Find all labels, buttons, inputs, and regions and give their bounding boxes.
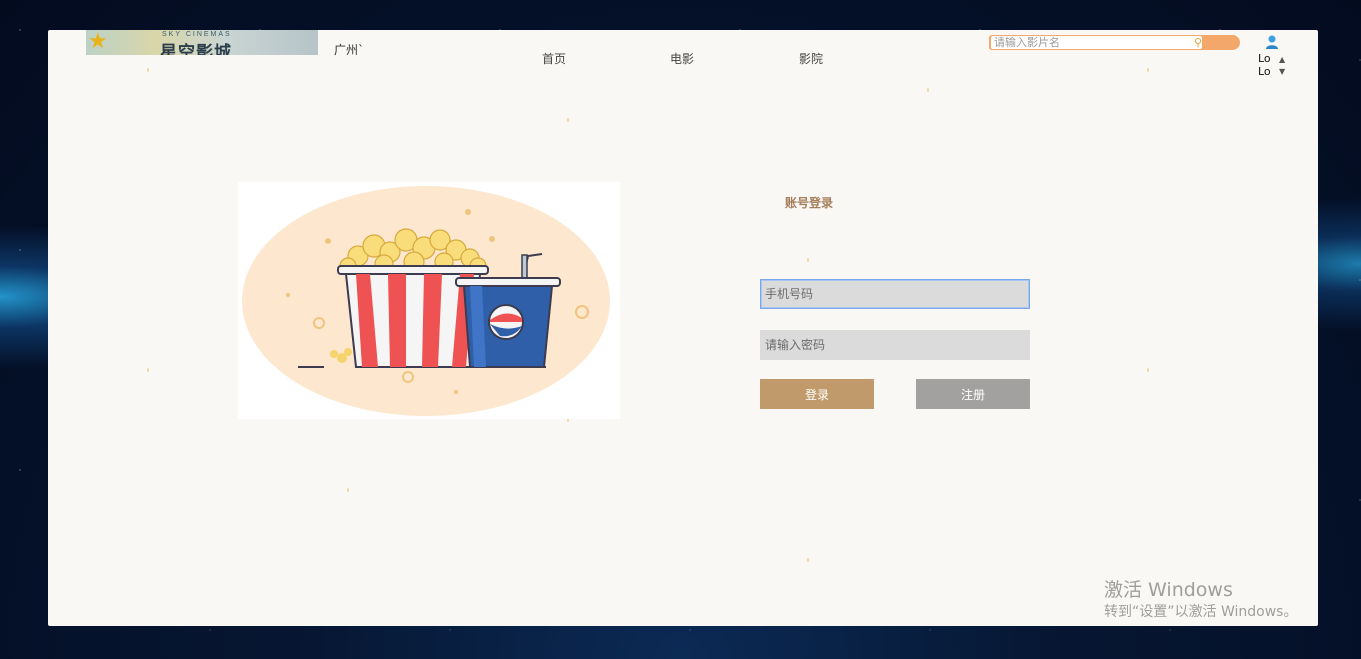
city-selector[interactable]: 广州` [334, 41, 364, 58]
nav-home[interactable]: 首页 [542, 50, 566, 67]
scroll-up-icon[interactable]: ▲ [1279, 54, 1285, 66]
popcorn-drink-icon [242, 186, 610, 416]
popcorn-illustration [238, 182, 620, 419]
scroll-down-icon[interactable]: ▼ [1279, 66, 1285, 78]
search-icon[interactable]: ⚲ [1194, 36, 1202, 49]
search-input[interactable] [991, 36, 1202, 49]
logo-title: 星空影城 [160, 43, 232, 55]
star-logo-icon: ★ [88, 30, 108, 54]
watermark-title: 激活 Windows [1104, 579, 1233, 601]
nav-movies[interactable]: 电影 [670, 50, 694, 67]
login-button[interactable]: 登录 [760, 379, 874, 409]
password-input[interactable] [760, 330, 1030, 360]
phone-input[interactable] [760, 279, 1030, 309]
watermark-subtitle: 转到“设置”以激活 Windows。 [1104, 604, 1298, 620]
list-scroll-arrows[interactable]: ▲ ▼ [1279, 54, 1285, 78]
search-bar: ⚲ [989, 35, 1240, 50]
login-title: 账号登录 [785, 196, 834, 210]
main-panel: ★ SKY CINEMAS 星空影城 广州` 首页 电影 影院 ⚲ Lo Lo … [48, 30, 1318, 626]
nav-cinemas[interactable]: 影院 [799, 50, 823, 67]
logo-subtitle: SKY CINEMAS [162, 31, 232, 38]
user-icon[interactable] [1265, 34, 1279, 50]
site-logo[interactable]: ★ SKY CINEMAS 星空影城 [86, 30, 318, 55]
windows-activation-watermark: 激活 Windows 转到“设置”以激活 Windows。 [1104, 579, 1297, 623]
register-button[interactable]: 注册 [916, 379, 1030, 409]
